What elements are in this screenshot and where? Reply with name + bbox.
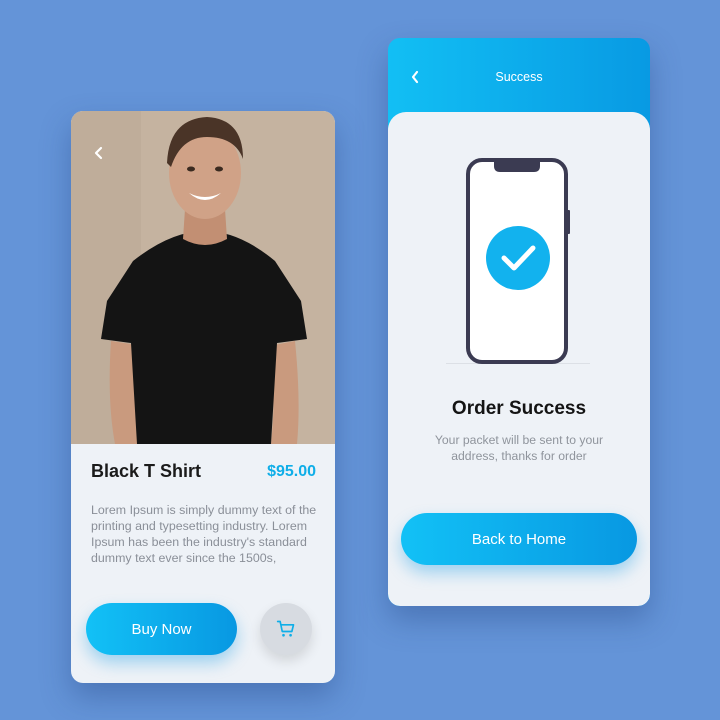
success-screen: Success Order Success Your packet will b…: [388, 38, 650, 606]
order-success-message: Your packet will be sent to your address…: [434, 433, 604, 463]
success-body: Order Success Your packet will be sent t…: [388, 112, 650, 606]
chevron-left-icon: [94, 146, 103, 160]
product-title: Black T Shirt: [91, 461, 202, 481]
product-photo: [71, 111, 335, 444]
buy-now-label: Buy Now: [131, 620, 192, 638]
back-to-home-button[interactable]: Back to Home: [401, 513, 637, 565]
product-card: Black T Shirt $95.00 Lorem Ipsum is simp…: [71, 111, 335, 683]
product-price: $95.00: [267, 463, 316, 480]
model-illustration: [71, 111, 335, 444]
cart-button[interactable]: [260, 603, 312, 655]
buy-now-button[interactable]: Buy Now: [86, 603, 237, 655]
back-to-home-label: Back to Home: [471, 530, 567, 548]
order-success-title: Order Success: [451, 398, 587, 419]
shopping-cart-icon: [276, 620, 295, 637]
product-description: Lorem Ipsum is simply dummy text of the …: [91, 503, 317, 565]
success-header: Success: [388, 38, 650, 118]
back-button[interactable]: [89, 143, 109, 163]
header-title: Success: [495, 70, 543, 84]
phone-checkmark-icon: [446, 158, 590, 364]
